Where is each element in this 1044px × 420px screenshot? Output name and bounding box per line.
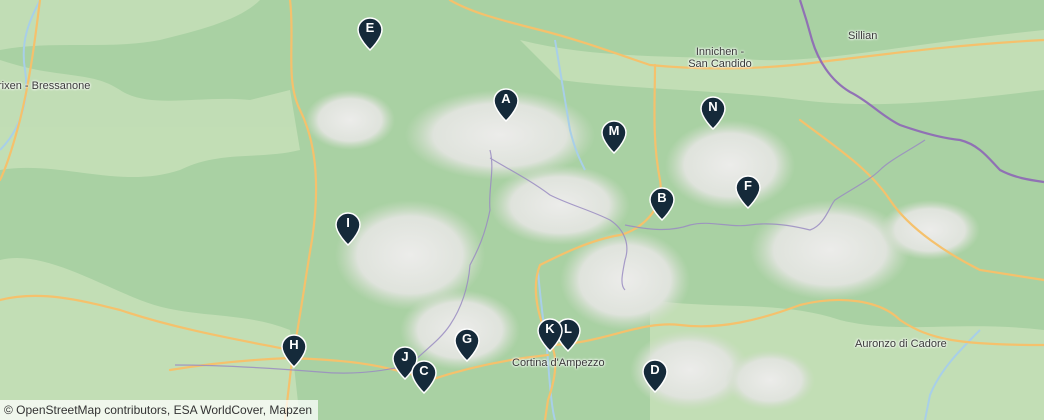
place-label-innichen-text: Innichen - San Candido: [688, 46, 752, 70]
marker-letter: H: [289, 337, 299, 352]
marker-letter: I: [346, 215, 350, 230]
marker-letter: C: [419, 363, 429, 378]
place-label-brixen: rixen - Bressanone: [0, 80, 91, 92]
marker-letter: G: [461, 331, 473, 346]
map-marker-f[interactable]: F: [735, 175, 761, 209]
map-marker-a[interactable]: A: [493, 88, 519, 122]
map-marker-h[interactable]: H: [281, 334, 307, 368]
map-marker-n[interactable]: N: [700, 96, 726, 130]
place-label-auronzo: Auronzo di Cadore: [855, 338, 947, 350]
marker-letter: F: [744, 178, 752, 193]
marker-letter: A: [501, 91, 511, 106]
marker-letter: M: [608, 123, 620, 138]
map-canvas[interactable]: rixen - Bressanone Innichen - San Candid…: [0, 0, 1044, 420]
marker-letter: K: [545, 321, 555, 336]
map-marker-g[interactable]: G: [454, 328, 480, 362]
marker-letter: D: [650, 362, 660, 377]
map-marker-k[interactable]: K: [537, 318, 563, 352]
map-marker-m[interactable]: M: [601, 120, 627, 154]
map-marker-i[interactable]: I: [335, 212, 361, 246]
place-label-cortina: Cortina d'Ampezzo: [512, 357, 605, 369]
map-attribution[interactable]: © OpenStreetMap contributors, ESA WorldC…: [0, 400, 319, 420]
place-label-innichen: Innichen - San Candido: [688, 46, 752, 70]
marker-letter: B: [657, 190, 667, 205]
map-marker-c[interactable]: C: [411, 360, 437, 394]
marker-letter: E: [365, 20, 375, 35]
place-label-sillian: Sillian: [848, 30, 878, 42]
marker-letter: N: [708, 99, 718, 114]
map-marker-b[interactable]: B: [649, 187, 675, 221]
map-marker-d[interactable]: D: [642, 359, 668, 393]
map-marker-e[interactable]: E: [357, 17, 383, 51]
